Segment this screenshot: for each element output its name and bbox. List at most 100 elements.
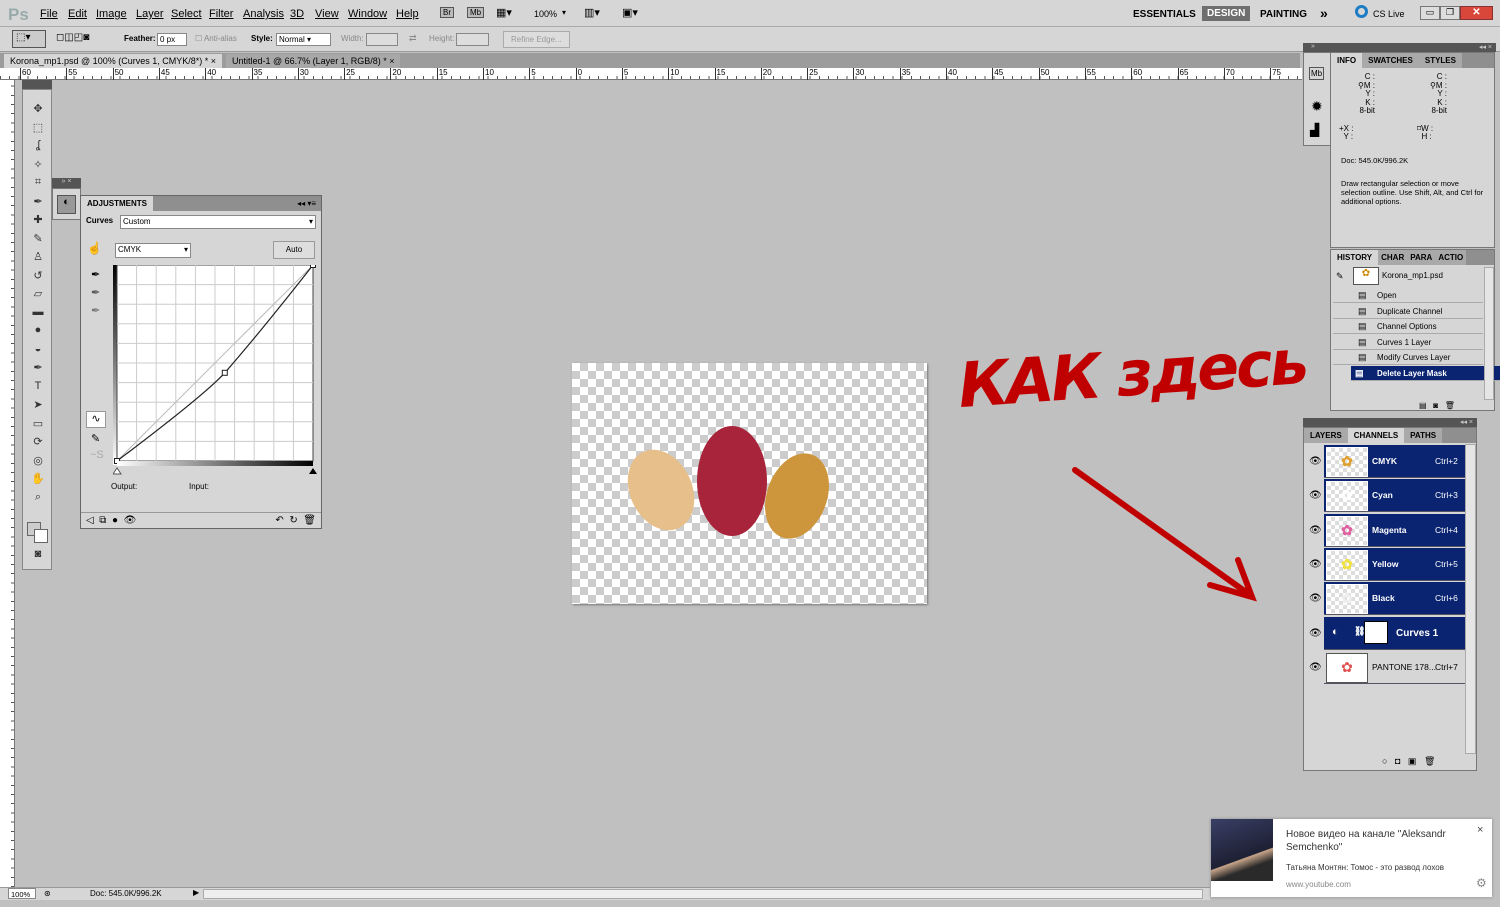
eye-icon[interactable]: 👁 xyxy=(1309,662,1322,673)
status-menu-arrow[interactable]: ▶ xyxy=(193,888,199,897)
anti-alias-checkbox[interactable]: ☐ Anti-alias xyxy=(195,34,237,43)
3d-orbit-tool-icon[interactable]: ◎ xyxy=(29,454,47,470)
tab-adjustments[interactable]: ADJUSTMENTS xyxy=(81,196,154,211)
cs-live-button[interactable]: CS Live xyxy=(1373,9,1405,19)
history-item[interactable]: ▤ Channel Options xyxy=(1333,319,1483,335)
blur-tool-icon[interactable]: ● xyxy=(29,324,47,340)
workspace-design[interactable]: DESIGN xyxy=(1202,6,1251,21)
gradient-tool-icon[interactable]: ▬ xyxy=(29,306,47,322)
navigator-icon[interactable]: ✹ xyxy=(1311,98,1323,115)
black-eyedropper-icon[interactable]: ✒ xyxy=(91,268,100,281)
type-tool-icon[interactable]: T xyxy=(29,380,47,396)
brush-source-icon[interactable]: ✎ xyxy=(1336,271,1344,282)
channel-row[interactable]: ✿ PANTONE 178... Ctrl+7 xyxy=(1324,650,1466,684)
move-tool-icon[interactable]: ✥ xyxy=(29,102,47,118)
workspace-painting[interactable]: PAINTING xyxy=(1255,8,1312,21)
on-image-adjust-icon[interactable]: ☝ xyxy=(87,241,102,255)
eye-icon[interactable]: 👁 xyxy=(1309,525,1322,536)
workspace-essentials[interactable]: ESSENTIALS xyxy=(1128,8,1201,21)
refine-edge-button[interactable]: Refine Edge... xyxy=(503,31,570,48)
tab-paths[interactable]: PATHS xyxy=(1404,428,1443,443)
tab-styles[interactable]: STYLES xyxy=(1418,53,1462,68)
close-tab-icon[interactable]: × xyxy=(211,56,216,66)
minimize-button[interactable]: ▭ xyxy=(1420,6,1440,20)
minibridge-icon[interactable]: Mb xyxy=(1309,67,1325,80)
menu-edit[interactable]: Edit xyxy=(68,8,87,20)
menu-window[interactable]: Window xyxy=(348,8,387,20)
reset-icon[interactable]: ↻ xyxy=(289,515,297,526)
tab-info[interactable]: INFO xyxy=(1331,53,1363,68)
camera-icon[interactable]: ◙ xyxy=(1433,401,1438,410)
background-color-swatch[interactable] xyxy=(34,529,48,543)
history-item[interactable]: ▤ Duplicate Channel xyxy=(1333,304,1483,319)
feather-input[interactable]: 0 px xyxy=(157,33,187,46)
marquee-tool-icon[interactable]: ⬚ xyxy=(29,121,47,137)
channel-select[interactable]: CMYK ▾ xyxy=(115,243,191,258)
channel-row[interactable]: ✿ Yellow Ctrl+5 xyxy=(1324,547,1466,581)
preset-select[interactable]: Custom ▾ xyxy=(120,215,316,229)
eye-icon[interactable]: 👁 xyxy=(1309,559,1322,570)
eye-icon[interactable]: 👁 xyxy=(1309,490,1322,501)
dodge-tool-icon[interactable]: ◒ xyxy=(29,343,47,359)
channels-dock-header[interactable]: ◂◂ × xyxy=(1303,418,1477,427)
tab-untitled[interactable]: Untitled-1 @ 66.7% (Layer 1, RGB/8) * × xyxy=(226,54,401,68)
menu-file[interactable]: File xyxy=(40,8,58,20)
menu-help[interactable]: Help xyxy=(396,8,419,20)
back-arrow-icon[interactable]: ◁ xyxy=(86,515,94,526)
menu-select[interactable]: Select xyxy=(171,8,202,20)
right-dock-header[interactable]: » ◂◂ × xyxy=(1303,43,1496,52)
history-item[interactable]: ▤ Delete Layer Mask xyxy=(1351,366,1500,381)
toolbox-header[interactable] xyxy=(22,80,52,89)
trash-icon[interactable]: 🗑 xyxy=(1424,756,1435,766)
save-selection-icon[interactable]: ◘ xyxy=(1395,756,1400,766)
pen-tool-icon[interactable]: ✒ xyxy=(29,361,47,377)
gray-eyedropper-icon[interactable]: ✒ xyxy=(91,286,100,299)
eye-icon[interactable]: 👁 xyxy=(1309,593,1322,604)
tab-paragraph[interactable]: PARA xyxy=(1407,250,1436,265)
history-brush-tool-icon[interactable]: ↺ xyxy=(29,269,47,285)
white-eyedropper-icon[interactable]: ✒ xyxy=(91,304,100,317)
zoom-tool-icon[interactable]: ⌕ xyxy=(29,491,47,507)
quick-select-tool-icon[interactable]: ✧ xyxy=(29,158,47,174)
pencil-icon[interactable]: ✎ xyxy=(91,432,100,445)
notification-toast[interactable]: Новое видео на канале "Aleksandr Semchen… xyxy=(1211,819,1492,897)
tab-korona[interactable]: Korona_mp1.psd @ 100% (Curves 1, CMYK/8*… xyxy=(4,54,223,68)
eyedropper-tool-icon[interactable]: ✒ xyxy=(29,195,47,211)
height-input[interactable] xyxy=(456,33,489,46)
quick-mask-icon[interactable]: ◙ xyxy=(29,548,47,564)
crop-tool-icon[interactable]: ⌗ xyxy=(29,176,47,192)
menu-filter[interactable]: Filter xyxy=(209,8,233,20)
history-item[interactable]: ▤ Modify Curves Layer xyxy=(1333,350,1483,366)
more-workspaces-button[interactable]: » xyxy=(1320,5,1328,21)
eye-icon[interactable]: 👁 xyxy=(1309,628,1322,639)
adjustments-icon[interactable]: ◐ xyxy=(57,195,76,214)
width-input[interactable] xyxy=(366,33,398,46)
channel-row[interactable]: ✿ CMYK Ctrl+2 xyxy=(1324,445,1466,478)
history-item[interactable]: ▤ Open xyxy=(1333,288,1483,303)
tab-actions[interactable]: ACTIO xyxy=(1435,250,1467,265)
tab-layers[interactable]: LAYERS xyxy=(1304,428,1348,443)
new-channel-icon[interactable]: ▣ xyxy=(1408,756,1417,766)
channels-scrollbar[interactable] xyxy=(1465,444,1476,754)
menu-layer[interactable]: Layer xyxy=(136,8,164,20)
history-item[interactable]: ▤ Curves 1 Layer xyxy=(1333,335,1483,350)
tab-character[interactable]: CHAR xyxy=(1378,250,1408,265)
stamp-tool-icon[interactable]: ♙ xyxy=(29,250,47,266)
close-window-button[interactable]: ✕ xyxy=(1460,6,1493,20)
swap-icon[interactable]: ⇄ xyxy=(409,33,417,44)
smooth-curve-icon[interactable]: ~S xyxy=(90,449,104,461)
hand-tool-icon[interactable]: ✋ xyxy=(29,472,47,488)
menu-view[interactable]: View xyxy=(315,8,339,20)
load-selection-icon[interactable]: ○ xyxy=(1382,756,1387,766)
path-select-tool-icon[interactable]: ➤ xyxy=(29,398,47,414)
menu-3d[interactable]: 3D xyxy=(290,8,304,20)
channel-row[interactable]: ✿ Magenta Ctrl+4 xyxy=(1324,513,1466,547)
zoom-level-select[interactable]: 100% xyxy=(534,9,557,19)
tab-swatches[interactable]: SWATCHES xyxy=(1362,53,1419,68)
eraser-tool-icon[interactable]: ▱ xyxy=(29,287,47,303)
auto-button[interactable]: Auto xyxy=(273,241,315,259)
channel-row[interactable]: ✿ Black Ctrl+6 xyxy=(1324,582,1466,616)
clip-icon[interactable]: ⧉ xyxy=(99,515,106,526)
previous-state-icon[interactable]: ↶ xyxy=(275,515,283,526)
eye-icon[interactable]: 👁 xyxy=(124,515,137,526)
